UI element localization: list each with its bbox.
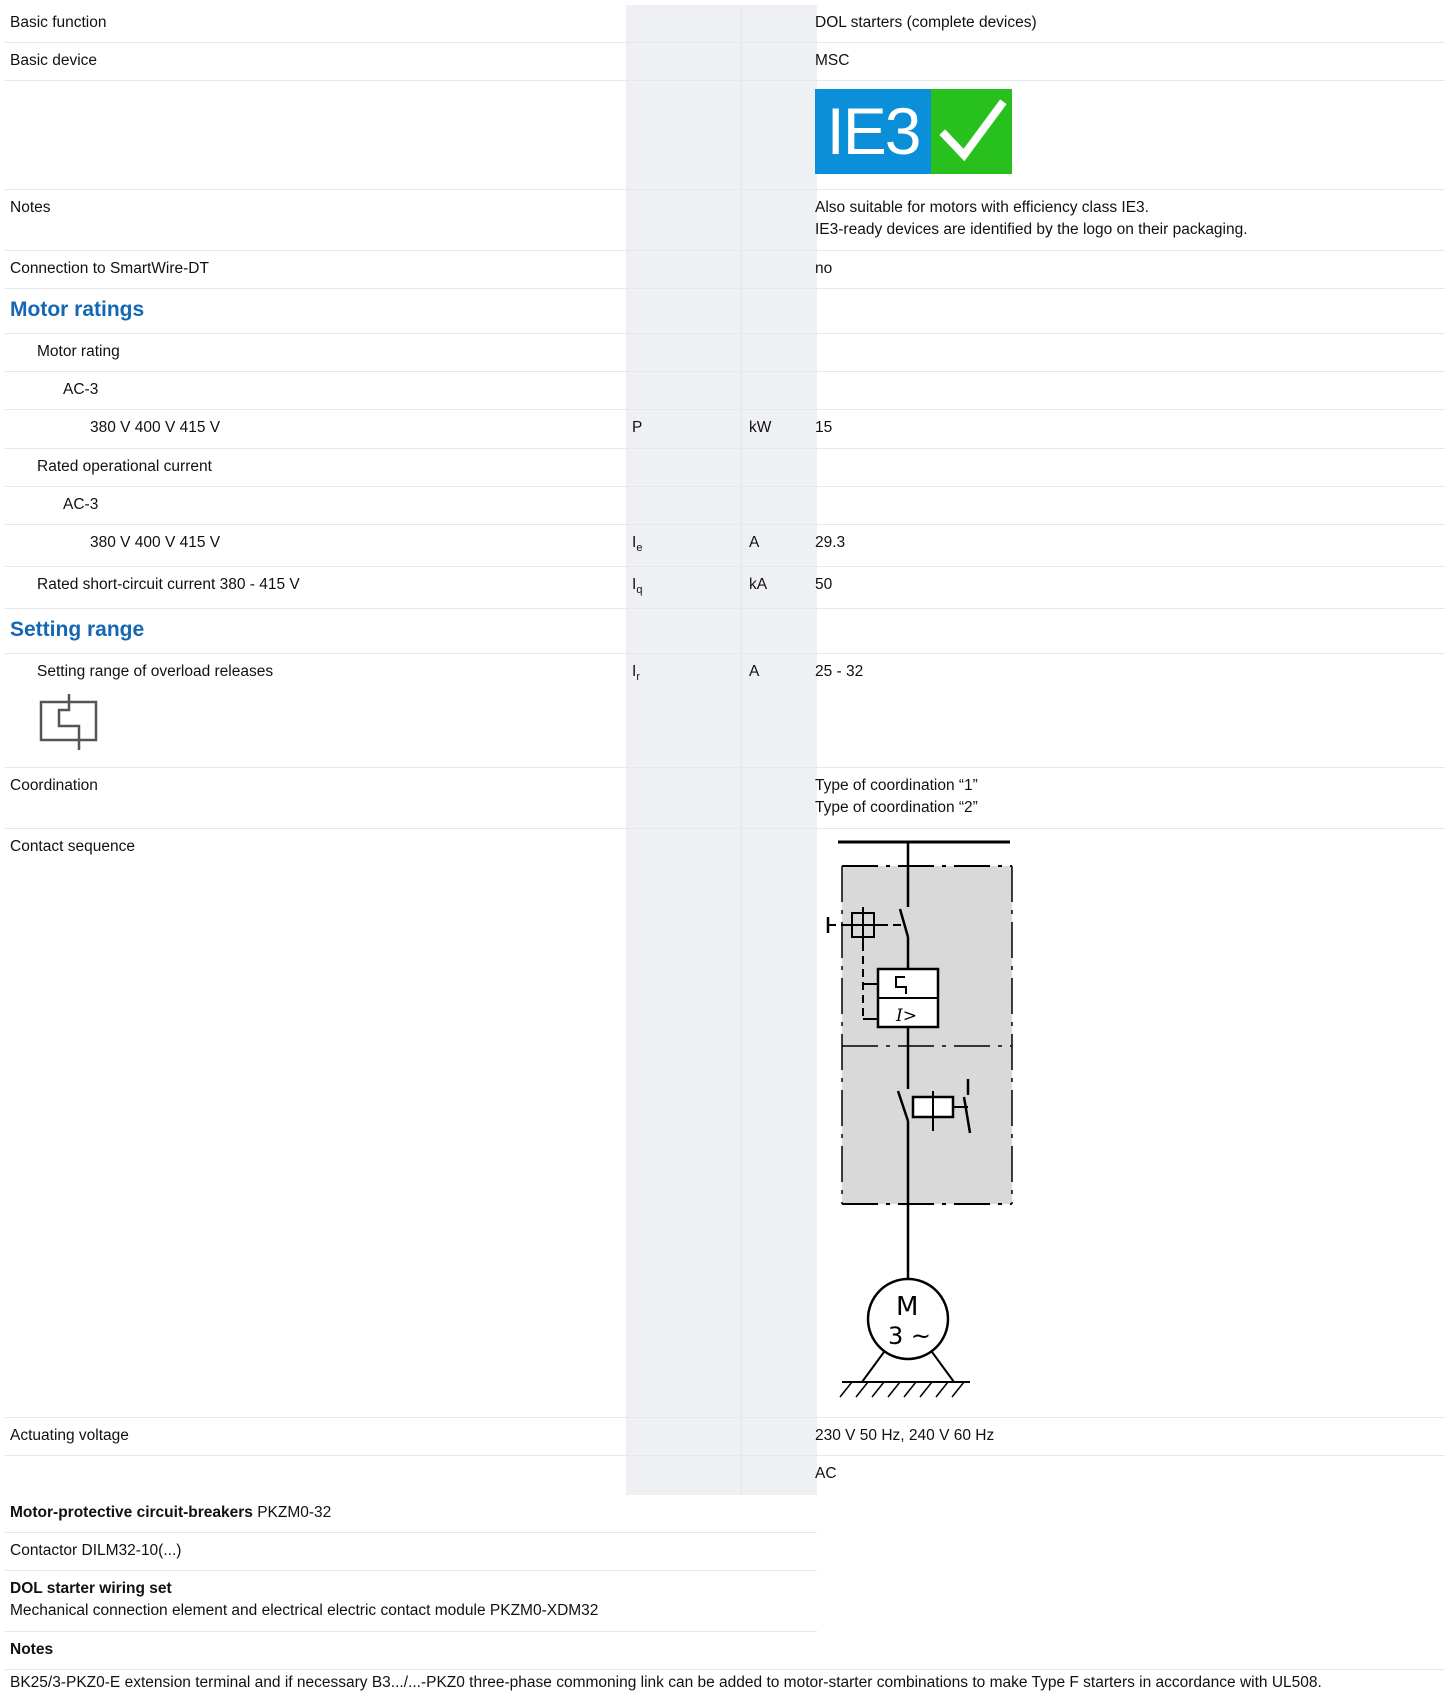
diagram-motor-label: M (896, 1292, 918, 1322)
check-icon (931, 89, 1012, 174)
section-setting-range: Setting range (5, 609, 1445, 654)
notes-text: BK25/3-PKZ0-E extension terminal and if … (10, 1674, 1322, 1691)
symbol: Iq (632, 576, 643, 596)
row-smartwire: Connection to SmartWire-DT no (5, 251, 1445, 289)
ie3-text: IE3 (815, 89, 931, 174)
label: Contact sequence (10, 838, 135, 855)
row-voltage-power: 380 V 400 V 415 V P kW 15 (5, 410, 1445, 449)
value: DOL starters (complete devices) (815, 14, 1037, 31)
symbol: Ir (632, 663, 640, 683)
row-actuating-voltage: Actuating voltage 230 V 50 Hz, 240 V 60 … (5, 1418, 1445, 1456)
value: Also suitable for motors with efficiency… (815, 190, 1248, 241)
symbol: Ie (632, 534, 643, 554)
value: 25 - 32 (815, 663, 864, 680)
value: no (815, 260, 833, 277)
footer-notes-text: BK25/3-PKZ0-E extension terminal and if … (5, 1670, 1445, 1698)
unit: kA (749, 576, 768, 593)
value: 15 (815, 419, 833, 436)
notes-heading: Notes (10, 1641, 54, 1658)
row-basic-function: Basic function DOL starters (complete de… (5, 5, 1445, 43)
label: Basic function (10, 14, 107, 31)
section-motor-ratings: Motor ratings (5, 289, 1445, 334)
value: 29.3 (815, 534, 846, 551)
footer-notes-heading: Notes (5, 1632, 1445, 1670)
label: Coordination (10, 777, 98, 794)
row-ac: AC (5, 1456, 1445, 1495)
label: Motor rating (37, 343, 120, 360)
row-ie3-logo: IE3 (5, 81, 1445, 190)
label: Rated operational current (37, 458, 212, 475)
row-basic-device: Basic device MSC (5, 43, 1445, 81)
footer-contactor: Contactor DILM32-10(...) (5, 1533, 817, 1571)
footer-text: Contactor DILM32-10(...) (10, 1542, 182, 1559)
row-short-circuit: Rated short-circuit current 380 - 415 V … (5, 567, 1445, 609)
row-coordination: Coordination Type of coordination “1” Ty… (5, 768, 1445, 829)
footer-mpcb: Motor-protective circuit-breakers PKZM0-… (5, 1495, 817, 1533)
footer-text: DOL starter wiring set Mechanical connec… (10, 1580, 599, 1619)
label: 380 V 400 V 415 V (90, 534, 221, 551)
label: Basic device (10, 52, 98, 69)
value: 50 (815, 576, 833, 593)
row-motor-rating: Motor rating (5, 334, 1445, 372)
value: AC (815, 1465, 837, 1482)
overload-release-icon (39, 694, 99, 755)
value: 230 V 50 Hz, 240 V 60 Hz (815, 1427, 995, 1444)
label: Rated short-circuit current 380 - 415 V (37, 576, 300, 593)
unit: A (749, 534, 760, 551)
label: Connection to SmartWire-DT (10, 260, 209, 277)
symbol: P (632, 419, 643, 436)
unit: kW (749, 419, 772, 436)
label: Notes (10, 199, 51, 216)
row-ac3: AC-3 (5, 487, 1445, 525)
contact-sequence-diagram: I> M 3 ~ (820, 839, 1020, 1414)
value: MSC (815, 52, 850, 69)
label: AC-3 (63, 381, 99, 398)
label: AC-3 (63, 496, 99, 513)
section-heading: Motor ratings (10, 298, 145, 321)
row-overload-release: Setting range of overload releases Ir A … (5, 654, 1445, 768)
value-line: Type of coordination “1” (815, 777, 978, 794)
value-line: Type of coordination “2” (815, 799, 978, 816)
label: 380 V 400 V 415 V (90, 419, 221, 436)
footer-wiring-set: DOL starter wiring set Mechanical connec… (5, 1571, 817, 1632)
label: Setting range of overload releases (37, 663, 274, 680)
row-contact-sequence: Contact sequence I> M 3 ~ (5, 829, 1445, 1418)
value: Type of coordination “1” Type of coordin… (815, 768, 978, 819)
unit: A (749, 663, 760, 680)
ie3-logo: IE3 (815, 89, 1012, 174)
value-line: Also suitable for motors with efficiency… (815, 199, 1149, 216)
section-heading: Setting range (10, 618, 145, 641)
diagram-motor-phase: 3 ~ (888, 1322, 931, 1350)
row-notes: Notes Also suitable for motors with effi… (5, 190, 1445, 251)
row-voltage-current: 380 V 400 V 415 V Ie A 29.3 (5, 525, 1445, 567)
footer-text: Motor-protective circuit-breakers PKZM0-… (10, 1504, 332, 1521)
row-rated-current: Rated operational current (5, 449, 1445, 487)
value-line: IE3-ready devices are identified by the … (815, 221, 1248, 238)
label: Actuating voltage (10, 1427, 129, 1444)
diagram-overload-symbol: I> (895, 1006, 917, 1026)
row-ac3: AC-3 (5, 372, 1445, 410)
